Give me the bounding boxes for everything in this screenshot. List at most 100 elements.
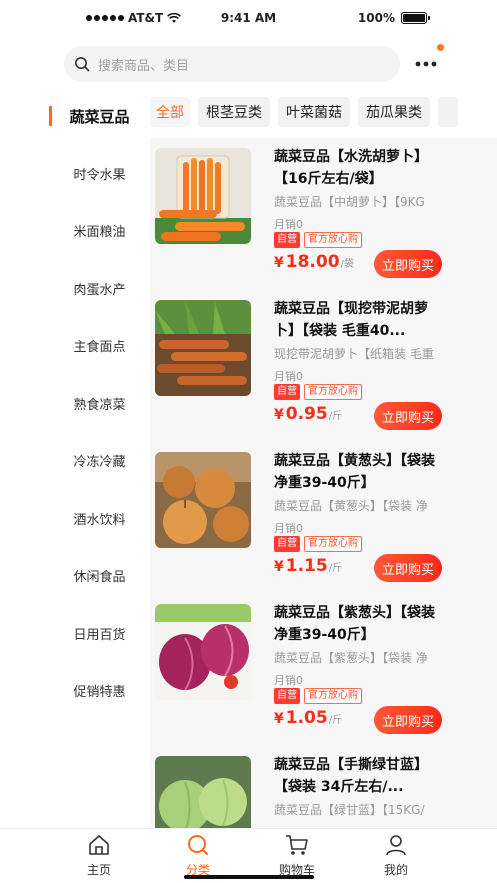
product-price: ¥ 0.95 /斤 [274, 404, 342, 424]
subcategory-tabs: 全部 根茎豆类 叶菜菌菇 茄瓜果类 [150, 88, 497, 138]
buy-now-button[interactable]: 立即购买 [374, 250, 442, 278]
currency-symbol: ¥ [274, 407, 284, 423]
product-price: ¥ 18.00 /袋 [274, 252, 354, 272]
tab-category[interactable]: 分类 [163, 833, 233, 881]
tab-label: 我的 [383, 863, 408, 877]
buy-now-button[interactable]: 立即购买 [374, 554, 442, 582]
sidebar-item-staples[interactable]: 主食面点 [49, 325, 150, 365]
buy-now-button[interactable]: 立即购买 [374, 402, 442, 430]
home-icon [89, 835, 109, 855]
currency-symbol: ¥ [274, 255, 284, 271]
sidebar-item-label: 蔬菜豆品 [69, 107, 130, 126]
tab-profile[interactable]: 我的 [361, 833, 431, 881]
status-bar: AT&T 9:41 AM 100% [0, 0, 497, 38]
tab-label: 茄瓜果类 [366, 105, 422, 121]
product-spec: 现挖带泥胡萝卜【纸箱装 毛重 [274, 347, 434, 361]
product-image-yellow-onions [155, 452, 251, 548]
more-button[interactable] [410, 44, 444, 78]
price-value: 0.95 [285, 404, 328, 424]
product-tags: 自营 官方放心购 [274, 536, 362, 552]
sidebar-item-label: 休闲食品 [73, 569, 126, 585]
product-title: 蔬菜豆品【现挖带泥胡萝卜】【袋装 毛重40... [274, 301, 428, 339]
battery-icon [401, 12, 430, 24]
product-sales: 月销0 [274, 218, 303, 231]
search-input[interactable]: 搜索商品、类目 [64, 46, 400, 82]
sidebar-item-daily-goods[interactable]: 日用百货 [49, 613, 150, 653]
more-dots-icon [415, 61, 437, 67]
sidebar-item-label: 冷冻冷藏 [73, 454, 126, 470]
product-spec: 蔬菜豆品【绿甘蓝】【15KG/ [274, 803, 425, 817]
sidebar-item-label: 时令水果 [73, 167, 126, 183]
self-operated-badge: 自营 [274, 688, 300, 704]
tab-all[interactable]: 全部 [150, 97, 190, 127]
sidebar-item-vegetables[interactable]: 蔬菜豆品 [49, 96, 150, 136]
product-card[interactable]: 蔬菜豆品【水洗胡萝卜】【16斤左右/袋】 蔬菜豆品【中胡萝卜】【9KG 月销0 … [150, 138, 497, 286]
home-indicator [184, 875, 314, 879]
sidebar-item-snacks[interactable]: 休闲食品 [49, 555, 150, 595]
self-operated-badge: 自营 [274, 384, 300, 400]
category-sidebar: 蔬菜豆品 时令水果 米面粮油 肉蛋水产 主食面点 熟食凉菜 冷冻冷藏 酒水饮料 … [49, 88, 150, 828]
product-area: 全部 根茎豆类 叶菜菌菇 茄瓜果类 蔬菜豆品【水洗胡萝卜】【16斤左右/袋】 蔬… [150, 88, 497, 828]
sidebar-item-label: 米面粮油 [73, 224, 126, 240]
tab-label: 根茎豆类 [206, 105, 262, 121]
sidebar-item-label: 肉蛋水产 [73, 282, 126, 298]
official-badge: 官方放心购 [304, 536, 362, 552]
active-indicator [49, 106, 52, 126]
product-card[interactable]: 蔬菜豆品【手撕绿甘蓝】【袋装 34斤左右/... 蔬菜豆品【绿甘蓝】【15KG/ [150, 746, 497, 828]
official-badge: 官方放心购 [304, 232, 362, 248]
tab-more-partial[interactable] [438, 97, 458, 127]
tab-home[interactable]: 主页 [64, 833, 134, 881]
sidebar-item-label: 熟食凉菜 [73, 397, 126, 413]
product-tags: 自营 官方放心购 [274, 384, 362, 400]
product-card[interactable]: 蔬菜豆品【黄葱头】【袋装 净重39-40斤】 蔬菜豆品【黄葱头】【袋装 净 月销… [150, 442, 497, 590]
tab-label: 全部 [156, 105, 184, 121]
product-sales: 月销0 [274, 370, 303, 383]
product-title: 蔬菜豆品【水洗胡萝卜】【16斤左右/袋】 [274, 149, 428, 187]
product-title: 蔬菜豆品【紫葱头】【袋装 净重39-40斤】 [274, 605, 435, 643]
price-unit: /斤 [328, 411, 343, 422]
sidebar-item-grain-oil[interactable]: 米面粮油 [49, 210, 150, 250]
product-image-carrots [155, 148, 251, 244]
product-sales: 月销0 [274, 674, 303, 687]
product-card[interactable]: 蔬菜豆品【紫葱头】【袋装 净重39-40斤】 蔬菜豆品【紫葱头】【袋装 净 月销… [150, 594, 497, 742]
price-unit: /斤 [328, 715, 343, 726]
price-value: 18.00 [285, 252, 340, 272]
tab-cart[interactable]: 购物车 [262, 833, 332, 881]
search-icon [75, 57, 90, 72]
sidebar-item-label: 主食面点 [73, 339, 126, 355]
product-title: 蔬菜豆品【手撕绿甘蓝】【袋装 34斤左右/... [274, 757, 428, 795]
product-card[interactable]: 蔬菜豆品【现挖带泥胡萝卜】【袋装 毛重40... 现挖带泥胡萝卜【纸箱装 毛重 … [150, 290, 497, 438]
sidebar-item-fruits[interactable]: 时令水果 [49, 153, 150, 193]
currency-symbol: ¥ [274, 559, 284, 575]
sidebar-item-meat-seafood[interactable]: 肉蛋水产 [49, 268, 150, 308]
product-image-purple-onions [155, 604, 251, 700]
price-unit: /袋 [340, 259, 354, 270]
product-price: ¥ 1.15 /斤 [274, 556, 342, 576]
product-image-muddy-carrots [155, 300, 251, 396]
product-spec: 蔬菜豆品【中胡萝卜】【9KG [274, 195, 425, 209]
product-price: ¥ 1.05 /斤 [274, 708, 342, 728]
user-icon [386, 835, 406, 856]
product-spec: 蔬菜豆品【黄葱头】【袋装 净 [274, 499, 428, 513]
self-operated-badge: 自营 [274, 536, 300, 552]
search-placeholder: 搜索商品、类目 [98, 58, 190, 74]
official-badge: 官方放心购 [304, 384, 362, 400]
product-tags: 自营 官方放心购 [274, 232, 362, 248]
tab-leafy-mushrooms[interactable]: 叶菜菌菇 [278, 97, 350, 127]
currency-symbol: ¥ [274, 711, 284, 727]
sidebar-item-promotions[interactable]: 促销特惠 [49, 670, 150, 710]
price-unit: /斤 [328, 563, 343, 574]
sidebar-item-drinks[interactable]: 酒水饮料 [49, 498, 150, 538]
product-title: 蔬菜豆品【黄葱头】【袋装 净重39-40斤】 [274, 453, 435, 491]
tab-gourds-fruits[interactable]: 茄瓜果类 [358, 97, 430, 127]
tab-root-beans[interactable]: 根茎豆类 [198, 97, 270, 127]
buy-now-button[interactable]: 立即购买 [374, 706, 442, 734]
battery-percent: 100% [357, 11, 395, 25]
sidebar-item-label: 酒水饮料 [73, 512, 126, 528]
battery-status: 100% [357, 11, 430, 25]
price-value: 1.15 [285, 556, 328, 576]
sidebar-item-frozen[interactable]: 冷冻冷藏 [49, 440, 150, 480]
official-badge: 官方放心购 [304, 688, 362, 704]
search-category-icon [188, 835, 208, 855]
sidebar-item-deli[interactable]: 熟食凉菜 [49, 383, 150, 423]
